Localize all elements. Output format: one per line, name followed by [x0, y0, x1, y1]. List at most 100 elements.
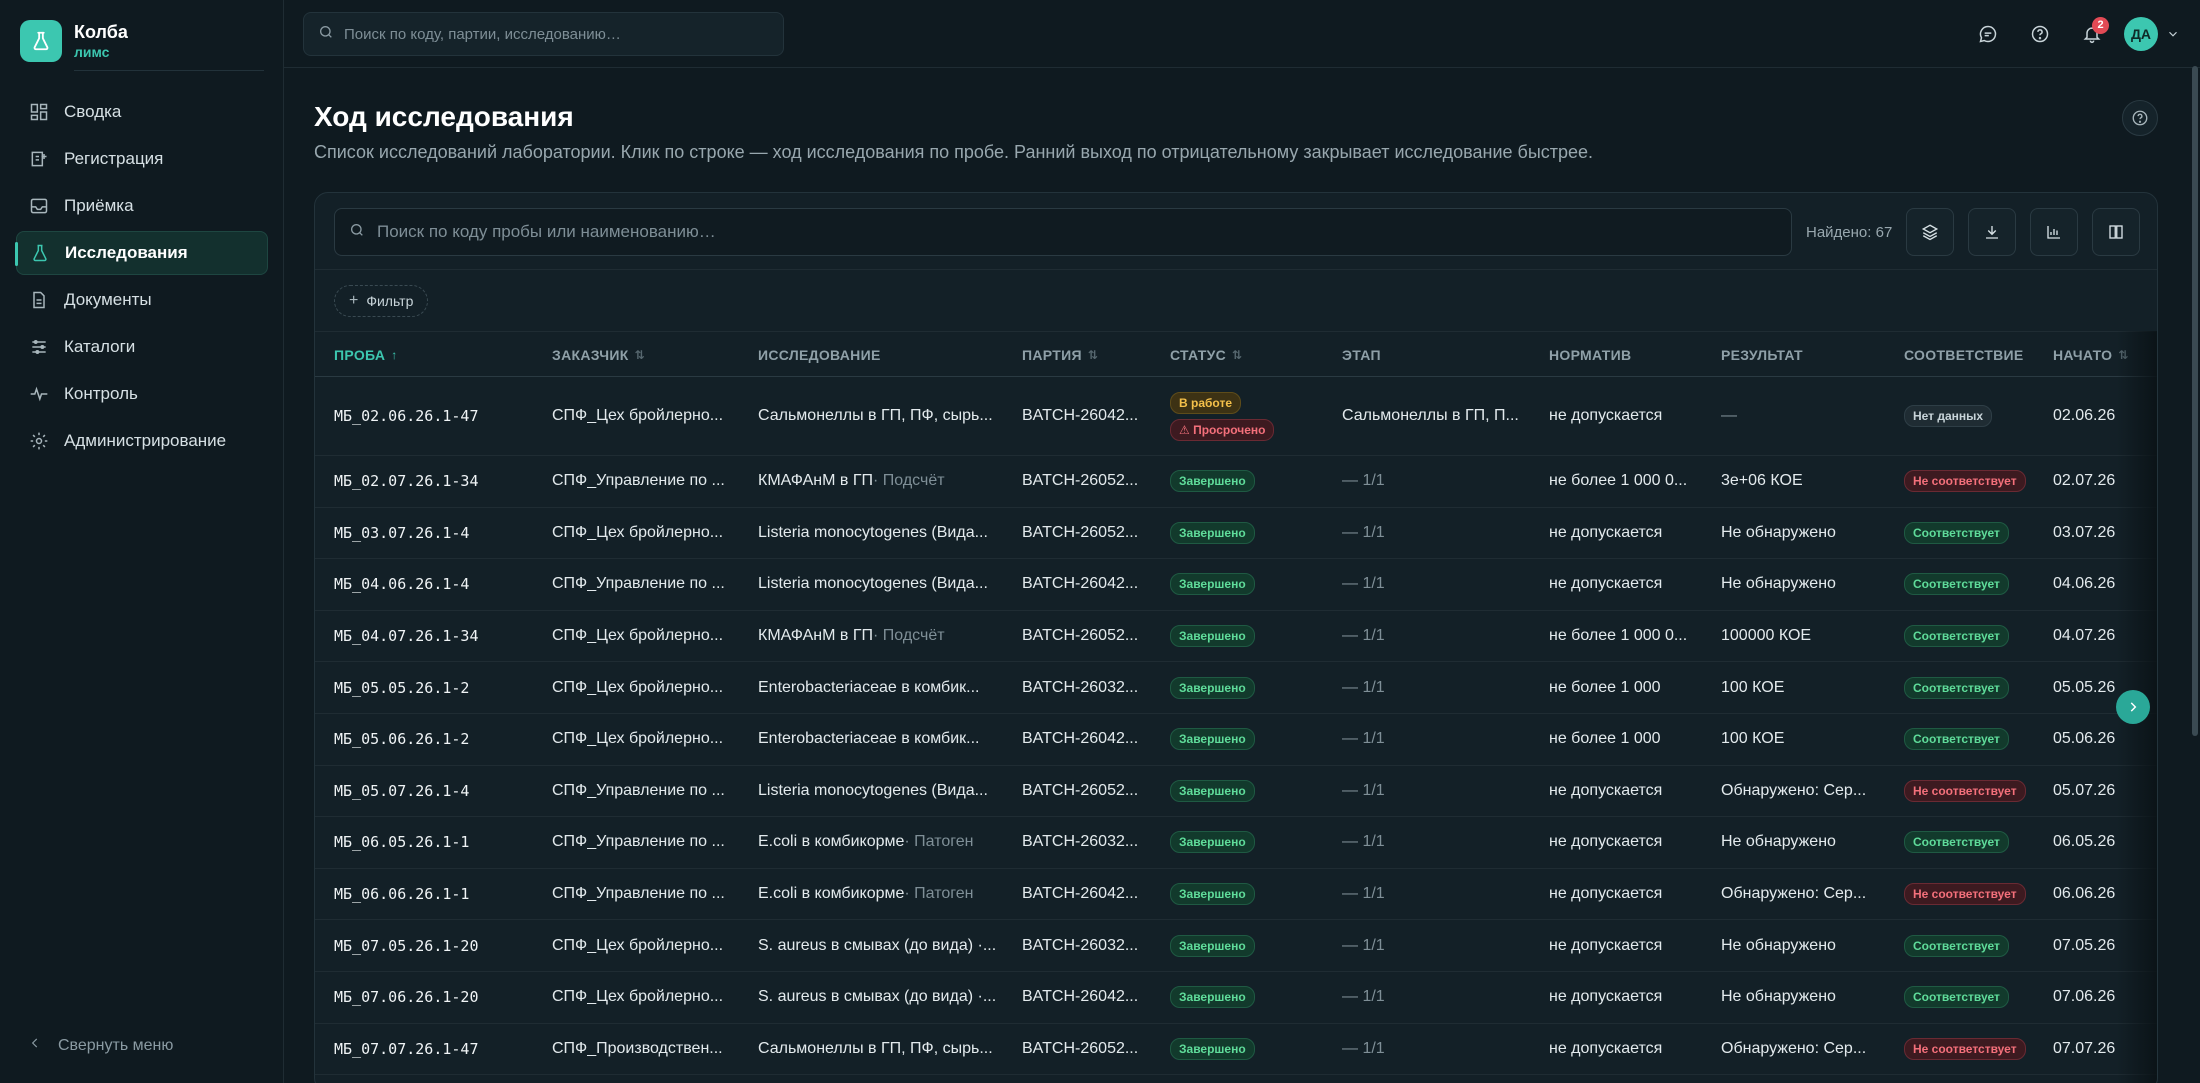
global-search-input[interactable]: Поиск по коду, партии, исследованию…: [303, 12, 784, 56]
sidebar-item-label: Исследования: [65, 243, 188, 262]
column-header-norm[interactable]: НОРМАТИВ: [1549, 347, 1631, 363]
sidebar-item-registration[interactable]: Регистрация: [16, 137, 268, 181]
table-row[interactable]: МБ_05.07.26.1-4 СПФ_Управление по ... List…: [315, 766, 2157, 818]
table-row[interactable]: МБ_07.06.26.1-20 СПФ_Цех бройлерно... S. a…: [315, 972, 2157, 1024]
stage-cell: — 1/1: [1342, 920, 1542, 971]
norm-value: не допускается: [1549, 1039, 1663, 1057]
status-badge: В работе: [1170, 391, 1241, 414]
column-header-customer[interactable]: ЗАКАЗЧИК ⇅: [552, 347, 645, 363]
column-header-batch[interactable]: ПАРТИЯ ⇅: [1022, 347, 1098, 363]
results-count: Найдено: 67: [1806, 224, 1893, 241]
sidebar-item-catalogs[interactable]: Каталоги: [16, 325, 268, 369]
collapse-menu-label: Свернуть меню: [58, 1036, 174, 1054]
batch-cell: BATCH-26052...: [1022, 456, 1162, 507]
column-header-status[interactable]: СТАТУС ⇅: [1170, 347, 1242, 363]
add-filter-button[interactable]: + Фильтр: [334, 285, 429, 317]
norm-value: не допускается: [1549, 407, 1663, 424]
page-scrollbar[interactable]: [2192, 66, 2198, 736]
sample-code: МБ_05.05.26.1-2: [334, 678, 470, 697]
page-title: Ход исследования: [314, 101, 574, 132]
sidebar-item-intake[interactable]: Приёмка: [16, 184, 268, 228]
column-header-result[interactable]: РЕЗУЛЬТАТ: [1721, 347, 1803, 363]
study-name: КМАФАнМ в ГП: [758, 627, 873, 645]
chart-button[interactable]: [2030, 208, 2078, 256]
column-header-sample[interactable]: ПРОБА ↑: [334, 347, 398, 363]
column-header-stage[interactable]: ЭТАП: [1342, 347, 1381, 363]
status-cell: В работе ⚠ Просрочено: [1170, 377, 1335, 455]
table-row[interactable]: МБ_07.05.26.1-20 СПФ_Цех бройлерно... S. a…: [315, 920, 2157, 972]
started-date: 05.07.26: [2053, 781, 2116, 799]
started-date: 06.05.26: [2053, 833, 2116, 851]
table-row[interactable]: МБ_05.05.26.1-2 СПФ_Цех бройлерно... Enter…: [315, 662, 2157, 714]
table-row[interactable]: МБ_07.07.26.1-47 СПФ_Производствен... Саль…: [315, 1024, 2157, 1076]
columns-button[interactable]: [2092, 208, 2140, 256]
brand[interactable]: Колба лимс: [20, 20, 128, 62]
avatar: ДА: [2124, 17, 2158, 51]
sample-cell: МБ_05.07.26.1-4: [334, 766, 544, 817]
norm-cell: не допускается: [1549, 972, 1714, 1023]
sample-cell: МБ_05.06.26.1-2: [334, 714, 544, 765]
sample-cell: МБ_07.07.26.1-47: [334, 1024, 544, 1075]
table-row[interactable]: МБ_02.07.26.1-34 СПФ_Управление по ... КМА…: [315, 456, 2157, 508]
page-help-button[interactable]: [2122, 100, 2158, 136]
status-cell: Завершено: [1170, 662, 1335, 713]
norm-value: не допускается: [1549, 781, 1663, 799]
export-button[interactable]: [1968, 208, 2016, 256]
brand-subtitle: лимс: [74, 44, 110, 60]
status-badge: Завершено: [1170, 625, 1255, 648]
sample-code: МБ_02.06.26.1-47: [334, 407, 479, 425]
norm-cell: не допускается: [1549, 508, 1714, 559]
table-search-input[interactable]: Поиск по коду пробы или наименованию…: [334, 208, 1792, 256]
study-cell: Listeria monocytogenes (Вида...: [758, 559, 1013, 610]
sidebar-item-label: Администрирование: [64, 431, 227, 450]
scroll-right-button[interactable]: [2116, 690, 2150, 724]
help-button[interactable]: [2020, 14, 2060, 54]
stage-cell: Сальмонеллы в ГП, П...: [1342, 377, 1542, 455]
sidebar-nav: Сводка Регистрация Приёмка Исследования …: [15, 90, 268, 466]
study-name: КМАФАнМ в ГП: [758, 472, 873, 490]
table-row[interactable]: МБ_03.07.26.1-4 СПФ_Цех бройлерно... Liste…: [315, 508, 2157, 560]
table-row[interactable]: МБ_05.06.26.1-2 СПФ_Цех бройлерно... Enter…: [315, 714, 2157, 766]
sidebar-item-documents[interactable]: Документы: [16, 278, 268, 322]
status-badge: Завершено: [1170, 934, 1255, 957]
compliance-cell: Соответствует: [1904, 508, 2049, 559]
sample-cell: МБ_02.07.26.1-34: [334, 456, 544, 507]
sidebar-item-control[interactable]: Контроль: [16, 372, 268, 416]
compliance-cell: Не соответствует: [1904, 456, 2049, 507]
sidebar-item-studies[interactable]: Исследования: [15, 231, 268, 275]
status-cell: Завершено: [1170, 972, 1335, 1023]
compliance-badge: Соответствует: [1904, 728, 2009, 751]
table-row[interactable]: МБ_06.05.26.1-1 СПФ_Управление по ... E.co…: [315, 817, 2157, 869]
compliance-badge: Соответствует: [1904, 676, 2009, 699]
batch-code: BATCH-26052...: [1022, 472, 1139, 490]
collapse-menu-button[interactable]: Свернуть меню: [28, 1036, 173, 1055]
sidebar-item-label: Контроль: [64, 384, 138, 403]
compliance-badge: Нет данных: [1904, 405, 1993, 427]
help-icon: [2132, 110, 2148, 126]
column-header-study[interactable]: ИССЛЕДОВАНИЕ: [758, 347, 881, 363]
chat-button[interactable]: [1968, 14, 2008, 54]
group-button[interactable]: [1906, 208, 1954, 256]
sample-code: МБ_04.07.26.1-34: [334, 627, 479, 646]
table-row[interactable]: МБ_02.06.26.1-47 СПФ_Цех бройлерно... Саль…: [315, 377, 2157, 456]
sidebar-item-summary[interactable]: Сводка: [16, 90, 268, 134]
column-header-compliance[interactable]: СООТВЕТСТВИЕ: [1904, 347, 2024, 363]
stage-cell: — 1/1: [1342, 662, 1542, 713]
customer-name: СПФ_Цех бройлерно...: [552, 407, 724, 424]
notifications-button[interactable]: 2: [2072, 14, 2112, 54]
result-cell: 100000 КОЕ: [1721, 611, 1896, 662]
stage-value: — 1/1: [1342, 472, 1385, 490]
norm-cell: не допускается: [1549, 559, 1714, 610]
sidebar-item-admin[interactable]: Администрирование: [16, 419, 268, 463]
compliance-cell: Соответствует: [1904, 817, 2049, 868]
compliance-badge: Соответствует: [1904, 831, 2009, 854]
chevron-right-icon: [2130, 702, 2137, 712]
user-menu[interactable]: ДА: [2124, 14, 2180, 54]
table-row[interactable]: МБ_04.06.26.1-4 СПФ_Управление по ... List…: [315, 559, 2157, 611]
result-cell: Обнаружено: Сер...: [1721, 869, 1896, 920]
table-row[interactable]: МБ_06.06.26.1-1 СПФ_Управление по ... E.co…: [315, 869, 2157, 921]
norm-cell: не более 1 000: [1549, 714, 1714, 765]
table-row[interactable]: МБ_04.07.26.1-34 СПФ_Цех бройлерно... КМАФ…: [315, 611, 2157, 663]
batch-cell: BATCH-26052...: [1022, 508, 1162, 559]
stage-cell: — 1/1: [1342, 817, 1542, 868]
